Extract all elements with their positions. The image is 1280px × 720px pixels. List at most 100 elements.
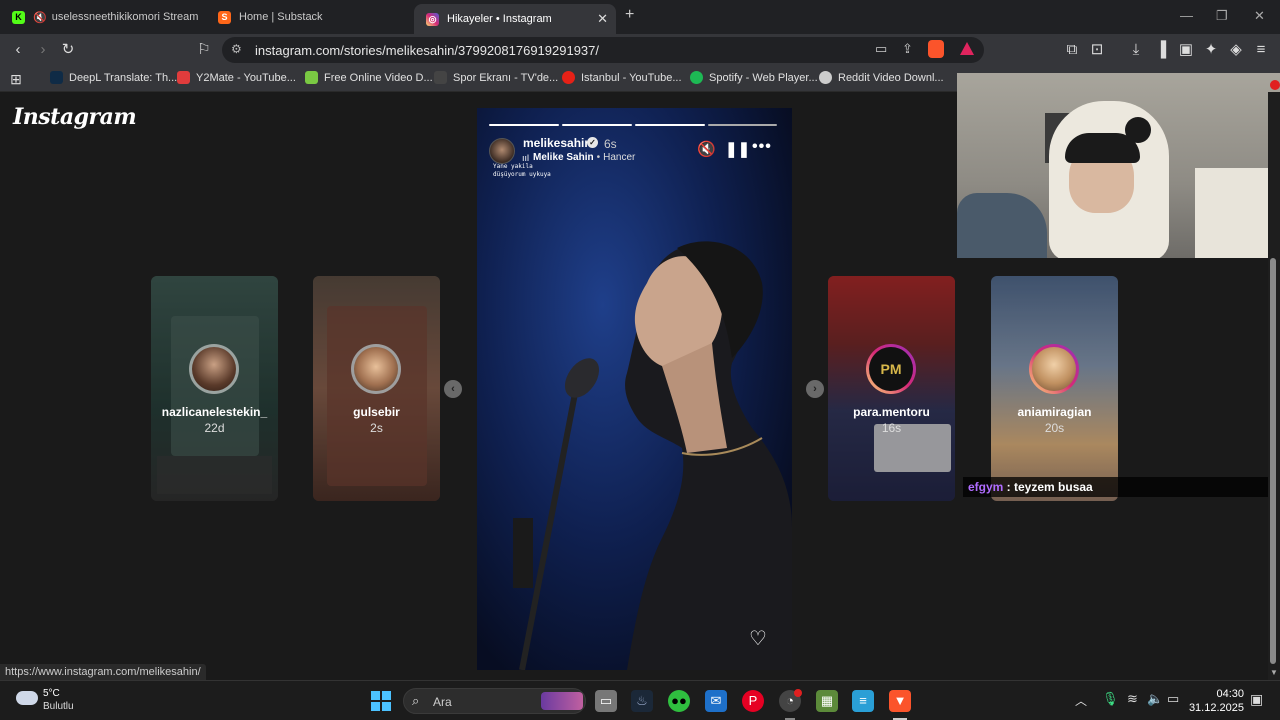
page-scrollbar-thumb[interactable] xyxy=(1270,258,1276,664)
leo-ai-icon[interactable]: ✦ xyxy=(1202,41,1220,59)
story-card-gulsebir[interactable]: gulsebir 2s xyxy=(313,276,440,501)
address-bar[interactable]: ⚙ instagram.com/stories/melikesahin/3799… xyxy=(222,37,984,63)
bookmark-deepl[interactable]: DeepL Translate: Th... xyxy=(50,71,177,84)
chat-text: : teyzem busaa xyxy=(1003,480,1093,494)
clock-date[interactable]: 31.12.2025 xyxy=(1186,702,1244,714)
story-author-username[interactable]: melikesahin xyxy=(523,136,592,150)
download-arrow-icon xyxy=(305,71,318,84)
mail-icon[interactable]: ✉ xyxy=(705,690,727,712)
forward-icon[interactable]: › xyxy=(34,41,52,59)
minecraft-icon[interactable]: ▦ xyxy=(816,690,838,712)
avatar xyxy=(354,347,398,391)
pause-icon[interactable]: ❚❚ xyxy=(725,140,750,158)
share-icon[interactable]: ⇪ xyxy=(902,41,913,57)
webcam-overlay xyxy=(957,73,1280,258)
tab-kick-stream[interactable]: K 🔇 uselessneethikikomori Stream - V xyxy=(0,4,202,30)
weather-cloud-icon[interactable] xyxy=(16,691,38,705)
minimize-icon[interactable]: — xyxy=(1180,8,1193,23)
y2mate-icon xyxy=(177,71,190,84)
close-tab-icon[interactable]: ✕ xyxy=(597,11,608,27)
frog-app-icon[interactable]: ●● xyxy=(668,690,690,712)
weather-temperature[interactable]: 5°C xyxy=(43,688,60,699)
show-hidden-icons-chevron[interactable]: ︿ xyxy=(1075,692,1087,709)
story-time: 20s xyxy=(1044,421,1065,435)
story-music-label[interactable]: ııl Melike Sahin • Hancer xyxy=(522,152,635,163)
notification-badge xyxy=(794,689,802,697)
new-tab-icon[interactable]: + xyxy=(625,6,634,24)
bookmark-istanbul-youtube[interactable]: Istanbul - YouTube... xyxy=(562,71,682,84)
more-options-icon[interactable]: ••• xyxy=(752,138,772,156)
muted-icon[interactable]: 🔇 xyxy=(697,140,716,158)
bookmark-icon[interactable]: ⚐ xyxy=(195,41,213,59)
steam-icon[interactable]: ♨ xyxy=(631,690,653,712)
instagram-logo[interactable]: Instagram xyxy=(13,104,137,130)
story-progress-segment xyxy=(562,124,632,126)
next-story-button[interactable]: › xyxy=(806,380,824,398)
spotify-icon xyxy=(690,71,703,84)
apps-grid-icon[interactable]: ⊞ xyxy=(7,70,25,88)
taskbar-search-box[interactable]: ⌕ Ara xyxy=(403,688,586,714)
url-text[interactable]: instagram.com/stories/melikesahin/379920… xyxy=(255,43,599,58)
restore-icon[interactable]: ❐ xyxy=(1216,8,1228,24)
muted-speaker-icon[interactable]: 🔇 xyxy=(33,11,47,24)
avatar xyxy=(1032,347,1076,391)
tab-instagram-active[interactable]: ◎ Hikayeler • Instagram ✕ xyxy=(414,4,616,34)
bookmark-video-downloader[interactable]: Free Online Video D... xyxy=(305,71,433,84)
close-window-icon[interactable]: ✕ xyxy=(1254,8,1265,24)
tab-title: Hikayeler • Instagram xyxy=(447,13,552,25)
brave-browser-icon[interactable]: ▼ xyxy=(889,690,911,712)
windows-taskbar: 5°C Bulutlu ⌕ Ara ▭ ♨ ●● ✉ P ◔ ▦ ≡ ▼ ︿ 🎙… xyxy=(0,680,1280,720)
story-card-aniamiragian[interactable]: aniamiragian 20s xyxy=(991,276,1118,501)
recording-dot-icon xyxy=(1270,80,1280,90)
bookmark-spor-ekrani[interactable]: Spor Ekranı - TV'de... xyxy=(434,71,558,84)
story-card-nazlicanelestekin[interactable]: nazlicanelestekin_ 22d xyxy=(151,276,278,501)
substack-icon: S xyxy=(218,10,231,24)
scroll-down-icon[interactable]: ▼ xyxy=(1270,668,1278,677)
downloads-icon[interactable]: ⤓ xyxy=(1127,41,1145,59)
bookmark-y2mate[interactable]: Y2Mate - YouTube... xyxy=(177,71,296,84)
story-author-avatar[interactable] xyxy=(489,138,515,164)
reload-icon[interactable]: ↻ xyxy=(59,41,77,59)
wifi-icon[interactable]: ≋ xyxy=(1127,691,1138,707)
search-highlight-image xyxy=(541,692,583,710)
spor-ekrani-icon xyxy=(434,71,447,84)
battery-icon[interactable]: ▭ xyxy=(1167,691,1179,707)
menu-icon[interactable]: ≡ xyxy=(1252,41,1270,59)
windows-start-icon[interactable] xyxy=(371,691,391,711)
site-settings-icon[interactable]: ⚙ xyxy=(231,42,242,56)
story-progress-segment-current xyxy=(708,124,777,126)
story-card-paramentoru[interactable]: PM para.mentoru 16s xyxy=(828,276,955,501)
like-heart-icon[interactable]: ♡ xyxy=(749,626,767,651)
weather-description[interactable]: Bulutlu xyxy=(43,701,74,712)
task-view-icon[interactable]: ▭ xyxy=(595,690,617,712)
story-username: aniamiragian xyxy=(1017,405,1092,419)
notifications-icon[interactable]: ▣ xyxy=(1250,691,1263,708)
pinterest-icon[interactable]: P xyxy=(742,690,764,712)
avatar: PM xyxy=(869,347,913,391)
sidebar-icon[interactable]: ▐ xyxy=(1152,41,1170,59)
clock-time[interactable]: 04:30 xyxy=(1196,688,1244,700)
bookmark-spotify[interactable]: Spotify - Web Player... xyxy=(690,71,818,84)
bookmark-reddit-video[interactable]: Reddit Video Downl... xyxy=(819,71,944,84)
cast-icon[interactable]: ▭ xyxy=(875,41,887,57)
tab-title: uselessneethikikomori Stream - V xyxy=(51,11,202,23)
link-status-url: https://www.instagram.com/melikesahin/ xyxy=(0,664,206,680)
previous-story-button[interactable]: ‹ xyxy=(444,380,462,398)
back-icon[interactable]: ‹ xyxy=(9,41,27,59)
volume-icon[interactable]: 🔈 xyxy=(1147,691,1163,707)
story-time: 2s xyxy=(370,421,383,435)
story-username: nazlicanelestekin_ xyxy=(161,405,268,419)
microphone-icon[interactable]: 🎙 xyxy=(1102,691,1119,707)
tab-substack[interactable]: S Home | Substack xyxy=(206,4,412,30)
story-time: 22d xyxy=(204,421,225,435)
vpn-icon[interactable]: ◈ xyxy=(1227,41,1245,59)
extensions-icon[interactable]: ⧉ xyxy=(1063,41,1081,59)
wallet-icon[interactable]: ▣ xyxy=(1177,41,1195,59)
brave-shields-icon[interactable] xyxy=(928,40,944,58)
brave-rewards-icon[interactable] xyxy=(960,42,974,55)
active-story[interactable]: Yane yakila düşüyorum uykuya melikesahin… xyxy=(477,108,792,670)
notepad-icon[interactable]: ≡ xyxy=(852,690,874,712)
story-progress-segment xyxy=(489,124,559,126)
kick-icon: K xyxy=(12,10,25,24)
tab-search-icon[interactable]: ⊡ xyxy=(1088,41,1106,59)
